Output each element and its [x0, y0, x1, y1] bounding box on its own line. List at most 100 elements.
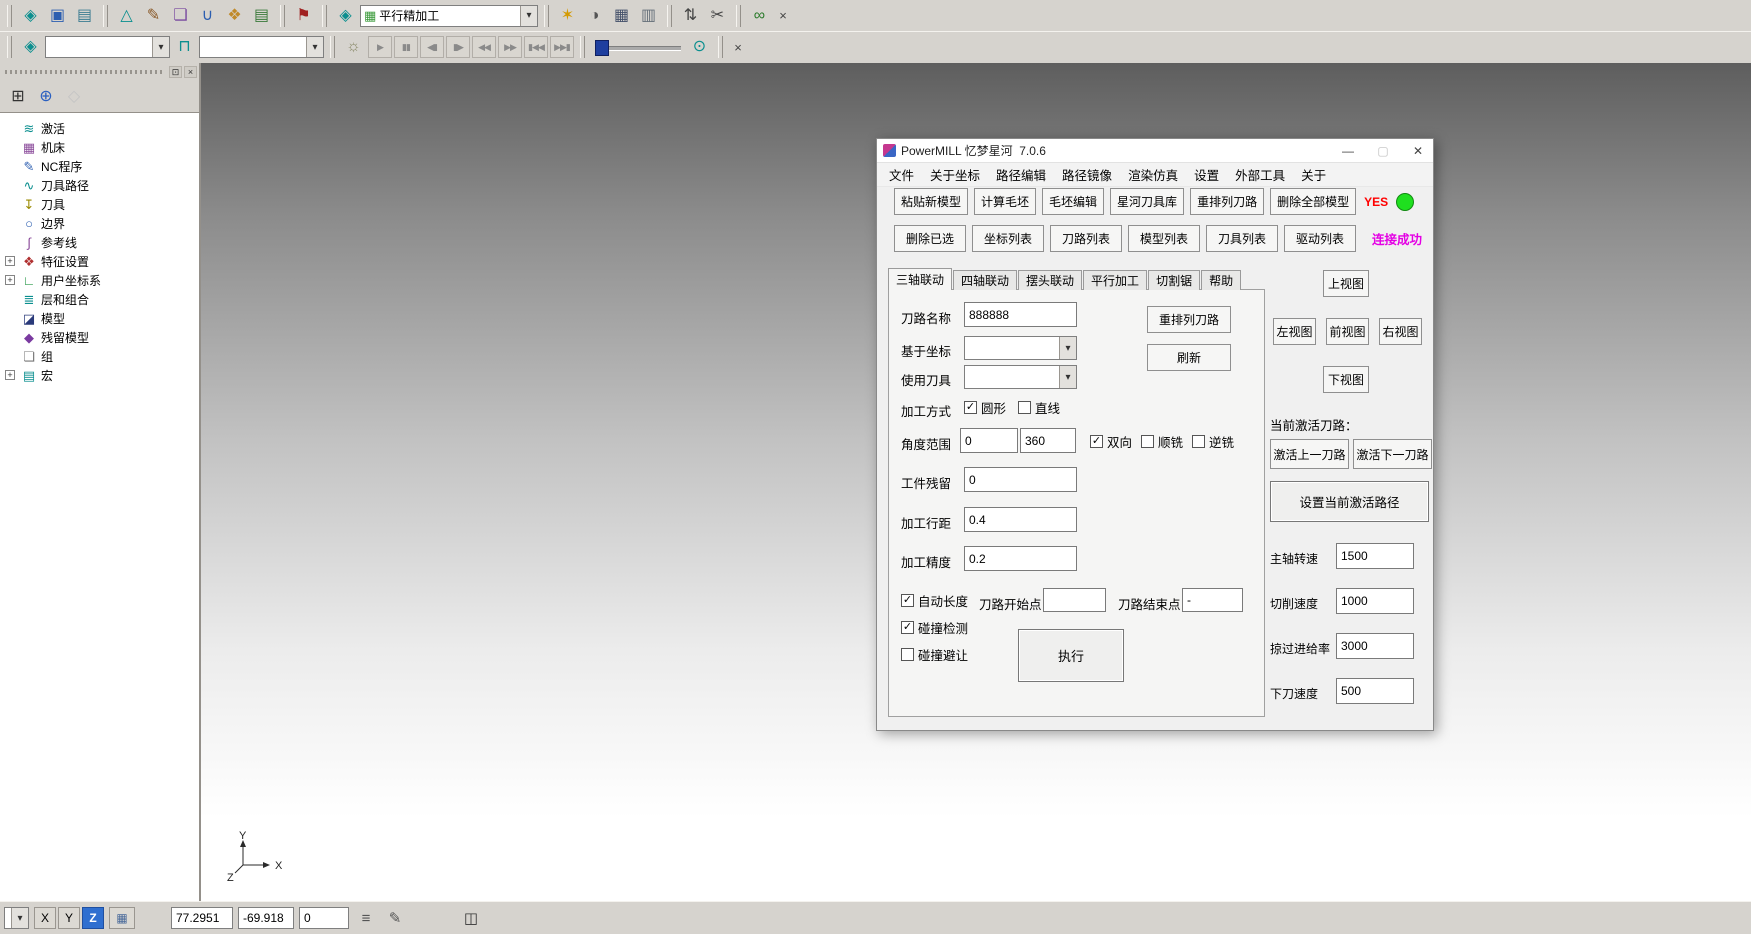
step-back-icon[interactable]: ◀▮ — [420, 36, 444, 58]
cut-icon[interactable]: ✂ — [705, 3, 730, 28]
menu-about[interactable]: 关于 — [1293, 163, 1334, 186]
spark-icon[interactable]: ❖ — [222, 3, 247, 28]
rearrange-toolpaths-button-2[interactable]: 重排列刀路 — [1147, 306, 1231, 333]
base-coord-select[interactable]: ▾ — [964, 336, 1077, 360]
coord-list-button[interactable]: 坐标列表 — [972, 225, 1044, 252]
view-top-button[interactable]: 上视图 — [1323, 270, 1369, 297]
tree-item-machine-tools[interactable]: + ▦ 机床 — [0, 138, 199, 157]
sim-toolpath-select[interactable]: ▾ — [45, 36, 170, 58]
circular-checkbox[interactable]: ✓ 圆形 — [964, 398, 1006, 417]
edit-block-button[interactable]: 毛坯编辑 — [1042, 188, 1104, 215]
drive-list-button[interactable]: 驱动列表 — [1284, 225, 1356, 252]
toolbar-grip[interactable] — [7, 5, 12, 27]
tab-help[interactable]: 帮助 — [1201, 270, 1241, 290]
tree-item-feature-sets[interactable]: + ❖ 特征设置 — [0, 252, 199, 271]
rate-icon[interactable]: ✶ — [555, 3, 580, 28]
menu-coords[interactable]: 关于坐标 — [922, 163, 988, 186]
paste-new-model-button[interactable]: 粘贴新模型 — [894, 188, 968, 215]
ghost-icon[interactable]: ◇ — [62, 84, 86, 108]
delete-all-models-button[interactable]: 删除全部模型 — [1270, 188, 1356, 215]
toolbar-grip[interactable] — [736, 5, 741, 27]
toolbar-close-button[interactable]: × — [774, 7, 792, 25]
strategy-icon[interactable]: ◈ — [333, 3, 358, 28]
tree-item-boundaries[interactable]: + ○ 边界 — [0, 214, 199, 233]
pick-flag-icon[interactable]: ⚑ — [291, 3, 316, 28]
set-active-path-button[interactable]: 设置当前激活路径 — [1270, 481, 1429, 522]
use-tool-select[interactable]: ▾ — [964, 365, 1077, 389]
conventional-mill-checkbox[interactable]: ✓ 逆铣 — [1192, 432, 1234, 451]
toolbar-grip[interactable] — [718, 36, 723, 58]
sim-toolbar-close-button[interactable]: × — [729, 38, 747, 56]
compass-icon[interactable]: △ — [114, 3, 139, 28]
panel-drag-handle[interactable] — [5, 70, 164, 74]
coord-x-field[interactable] — [171, 907, 233, 929]
menu-settings[interactable]: 设置 — [1186, 163, 1227, 186]
menu-render-sim[interactable]: 渲染仿真 — [1120, 163, 1186, 186]
pause-icon[interactable]: ▮▮ — [394, 36, 418, 58]
x-lock-button[interactable]: X — [34, 907, 56, 929]
expand-icon[interactable]: + — [5, 275, 15, 285]
toolbar-grip[interactable] — [544, 5, 549, 27]
skim-feed-field[interactable] — [1336, 633, 1414, 659]
view-left-button[interactable]: 左视图 — [1273, 318, 1316, 345]
list-options-icon[interactable]: ≡ — [354, 906, 378, 930]
tree-item-macros[interactable]: + ▤ 宏 — [0, 366, 199, 385]
climb-mill-checkbox[interactable]: ✓ 顺铣 — [1141, 432, 1183, 451]
tool-library-button[interactable]: 星河刀具库 — [1110, 188, 1184, 215]
print-icon[interactable]: ▤ — [72, 3, 97, 28]
tree-item-workplanes[interactable]: + ∟ 用户坐标系 — [0, 271, 199, 290]
explorer-tree-icon[interactable]: ⊞ — [6, 84, 30, 108]
expand-icon[interactable]: + — [5, 370, 15, 380]
model-list-button[interactable]: 模型列表 — [1128, 225, 1200, 252]
panel-close-button[interactable]: × — [184, 66, 197, 78]
tab-tilt-head[interactable]: 摆头联动 — [1018, 270, 1082, 290]
view-front-button[interactable]: 前视图 — [1326, 318, 1369, 345]
coord-z-field[interactable] — [299, 907, 349, 929]
tree-item-activate[interactable]: + ≋ 激活 — [0, 119, 199, 138]
panel-restore-button[interactable]: ⊡ — [169, 66, 182, 78]
rearrange-toolpaths-button[interactable]: 重排列刀路 — [1190, 188, 1264, 215]
tab-3axis[interactable]: 三轴联动 — [888, 268, 952, 290]
world-icon[interactable]: ⊕ — [34, 84, 58, 108]
activate-next-toolpath-button[interactable]: 激活下一刀路 — [1353, 439, 1432, 469]
sim-tool-select[interactable]: ▾ — [199, 36, 324, 58]
workplane-select[interactable]: ▾ — [4, 907, 29, 929]
chevron-down-icon[interactable]: ▾ — [1059, 337, 1076, 359]
close-button[interactable]: ✕ — [1403, 139, 1433, 162]
toolbar-grip[interactable] — [667, 5, 672, 27]
bidirectional-checkbox[interactable]: ✓ 双向 — [1090, 432, 1132, 451]
maximize-button[interactable]: ▢ — [1368, 139, 1398, 162]
tree-item-groups[interactable]: + ❏ 组 — [0, 347, 199, 366]
chevron-down-icon[interactable]: ▾ — [152, 37, 169, 57]
tool-list-button[interactable]: 刀具列表 — [1206, 225, 1278, 252]
delete-selected-button[interactable]: 删除已选 — [894, 225, 966, 252]
toolbar-grip[interactable] — [330, 36, 335, 58]
chevron-down-icon[interactable]: ▾ — [306, 37, 323, 57]
draw-axis-icon[interactable]: ✎ — [383, 906, 407, 930]
save-icon[interactable]: ▣ — [45, 3, 70, 28]
angle-from-input[interactable] — [960, 428, 1018, 453]
lamp-icon[interactable]: ☼ — [341, 35, 366, 60]
tree-item-tools[interactable]: + ↧ 刀具 — [0, 195, 199, 214]
tree-item-patterns[interactable]: + ∫ 参考线 — [0, 233, 199, 252]
y-lock-button[interactable]: Y — [58, 907, 80, 929]
magnet-icon[interactable]: ∪ — [195, 3, 220, 28]
toolbar-grip[interactable] — [580, 36, 585, 58]
panel-layout-icon[interactable]: ◫ — [459, 906, 483, 930]
keypad-icon[interactable]: ▥ — [636, 3, 661, 28]
compute-block-button[interactable]: 计算毛坯 — [974, 188, 1036, 215]
auto-length-checkbox[interactable]: ✓ 自动长度 — [901, 591, 968, 610]
toolbar-grip[interactable] — [322, 5, 327, 27]
grid-toggle-button[interactable]: ▦ — [109, 907, 135, 929]
execute-button[interactable]: 执行 — [1018, 629, 1124, 682]
dialog-title-bar[interactable]: PowerMILL 忆梦星河 7.0.6 — ▢ ✕ — [877, 139, 1433, 163]
chevron-down-icon[interactable]: ▾ — [1059, 366, 1076, 388]
clock-icon[interactable]: ⊙ — [687, 35, 712, 60]
slider-handle[interactable] — [595, 40, 609, 56]
view-bottom-button[interactable]: 下视图 — [1323, 366, 1369, 393]
line-checkbox[interactable]: ✓ 直线 — [1018, 398, 1060, 417]
tab-saw[interactable]: 切割锯 — [1148, 270, 1200, 290]
sim-speed-slider[interactable] — [595, 37, 681, 57]
stock-remain-input[interactable] — [964, 467, 1077, 492]
menu-file[interactable]: 文件 — [881, 163, 922, 186]
